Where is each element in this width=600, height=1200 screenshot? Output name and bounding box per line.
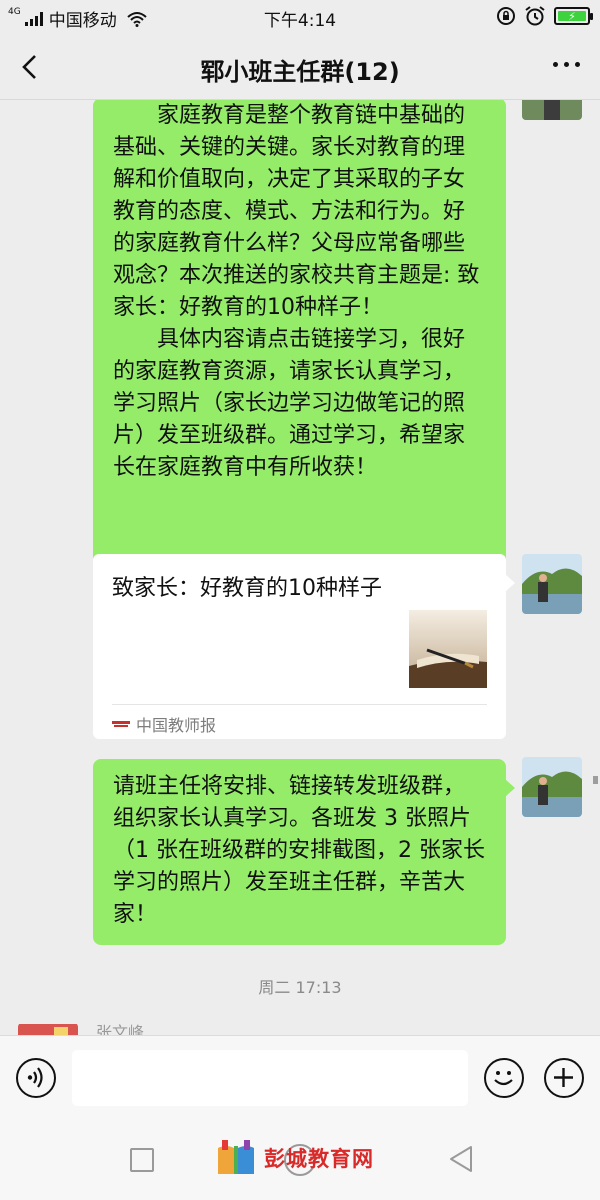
voice-icon [27,1067,43,1088]
source-name: 中国教师报 [136,716,217,735]
divider [112,704,487,705]
alarm-icon [525,6,545,26]
status-bar: 4G 中国移动 下午4:14 ⚡ [0,0,600,34]
scroll-indicator [593,776,598,784]
rotation-lock-icon [497,7,515,25]
link-source: 中国教师报 [112,712,216,736]
plus-icon [554,1068,573,1087]
bubble-tail [505,574,515,592]
emoji-button[interactable] [484,1058,524,1098]
watermark: 彭城教育网 [214,1138,374,1178]
sender-name: 张文峰 [96,1023,145,1035]
bubble-tail [505,779,515,797]
more-functions-button[interactable] [544,1058,584,1098]
system-back-button[interactable] [448,1144,474,1174]
watermark-text: 彭城教育网 [264,1147,374,1171]
avatar[interactable] [522,757,582,817]
message-paragraph: 家庭教育是整个教育链中基础的基础、关键的关键。家长对教育的理解和价值取向，决定了… [113,103,480,320]
message-text: 请班主任将安排、链接转发班级群，组织家长认真学习。各班发 3 张照片（1 张在班… [113,774,485,927]
battery-icon: ⚡ [554,7,593,25]
avatar[interactable] [522,100,582,120]
source-logo-icon [112,721,130,727]
link-card[interactable]: 致家长：好教育的10种样子 中国教师报 [93,554,515,739]
message-paragraph: 具体内容请点击链接学习，很好的家庭教育资源，请家长认真学习，学习照片（家长边学习… [113,327,466,480]
message-input[interactable] [72,1050,468,1106]
message-timestamp: 周二 17:13 [258,978,342,997]
link-title: 致家长：好教育的10种样子 [112,576,382,601]
input-bar [0,1035,600,1120]
watermark-logo-icon [218,1140,254,1174]
voice-button[interactable] [16,1058,56,1098]
message-bubble[interactable]: 请班主任将安排、链接转发班级群，组织家长认真学习。各班发 3 张照片（1 张在班… [93,759,515,945]
emoji-icon [494,1071,513,1086]
recent-apps-button[interactable] [130,1148,154,1172]
chat-title: 郓小班主任群(12) [200,58,400,86]
chat-area[interactable]: 家庭教育是整个教育链中基础的基础、关键的关键。家长对教育的理解和价值取向，决定了… [0,100,600,1035]
avatar[interactable] [522,554,582,614]
battery-fill: ⚡ [558,10,586,23]
status-right: ⚡ [496,5,593,27]
link-thumbnail [409,610,487,688]
avatar[interactable] [18,1023,78,1035]
nav-bar: 郓小班主任群(12) [0,34,600,100]
more-icon[interactable] [553,62,580,67]
